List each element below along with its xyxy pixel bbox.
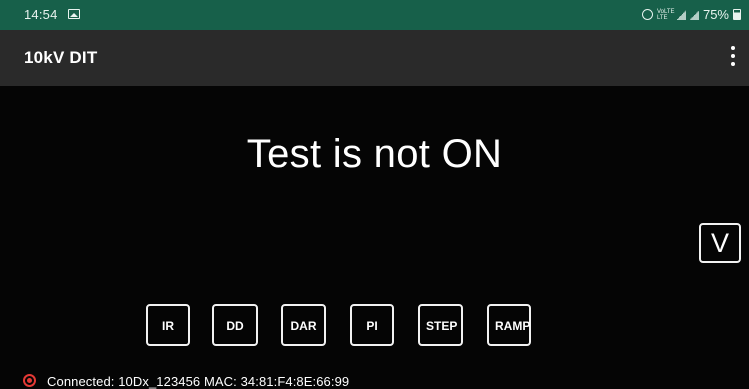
menu-dot-bottom (731, 62, 735, 66)
status-bar: 14:54 VoLTE LTE 75% (0, 0, 749, 30)
dd-test-button[interactable]: DD (212, 304, 258, 346)
menu-dot-top (731, 46, 735, 50)
app-bar: 10kV DIT (0, 30, 749, 86)
battery-icon (733, 9, 741, 20)
app-title: 10kV DIT (24, 48, 98, 67)
more-vertical-icon[interactable] (717, 42, 749, 74)
dar-test-button[interactable]: DAR (281, 304, 326, 346)
battery-percentage: 75% (702, 7, 729, 22)
connected-indicator-icon (23, 374, 36, 387)
ramp-test-button[interactable]: RAMP (487, 304, 531, 346)
status-time: 14:54 (24, 7, 58, 22)
menu-dot-middle (731, 54, 735, 58)
alarm-icon (641, 9, 653, 20)
gallery-notification-icon (68, 9, 80, 19)
network-type-label: VoLTE LTE (656, 8, 675, 21)
signal-strength-secondary-icon (689, 9, 699, 20)
connection-details: Connected: 10Dx_123456 MAC: 34:81:F4:8E:… (47, 374, 350, 389)
ir-test-button[interactable]: IR (146, 304, 190, 346)
pi-test-button[interactable]: PI (350, 304, 394, 346)
status-icons: VoLTE LTE 75% (641, 7, 741, 22)
app-screen: 14:54 VoLTE LTE 75% 10kV DIT Test is not… (0, 0, 749, 389)
connection-status: Connected: 10Dx_123456 MAC: 34:81:F4:8E:… (0, 370, 749, 389)
voltage-unit-button[interactable]: V (699, 223, 741, 263)
test-status-message: Test is not ON (246, 132, 503, 176)
signal-strength-icon (676, 9, 686, 20)
step-test-button[interactable]: STEP (418, 304, 463, 346)
